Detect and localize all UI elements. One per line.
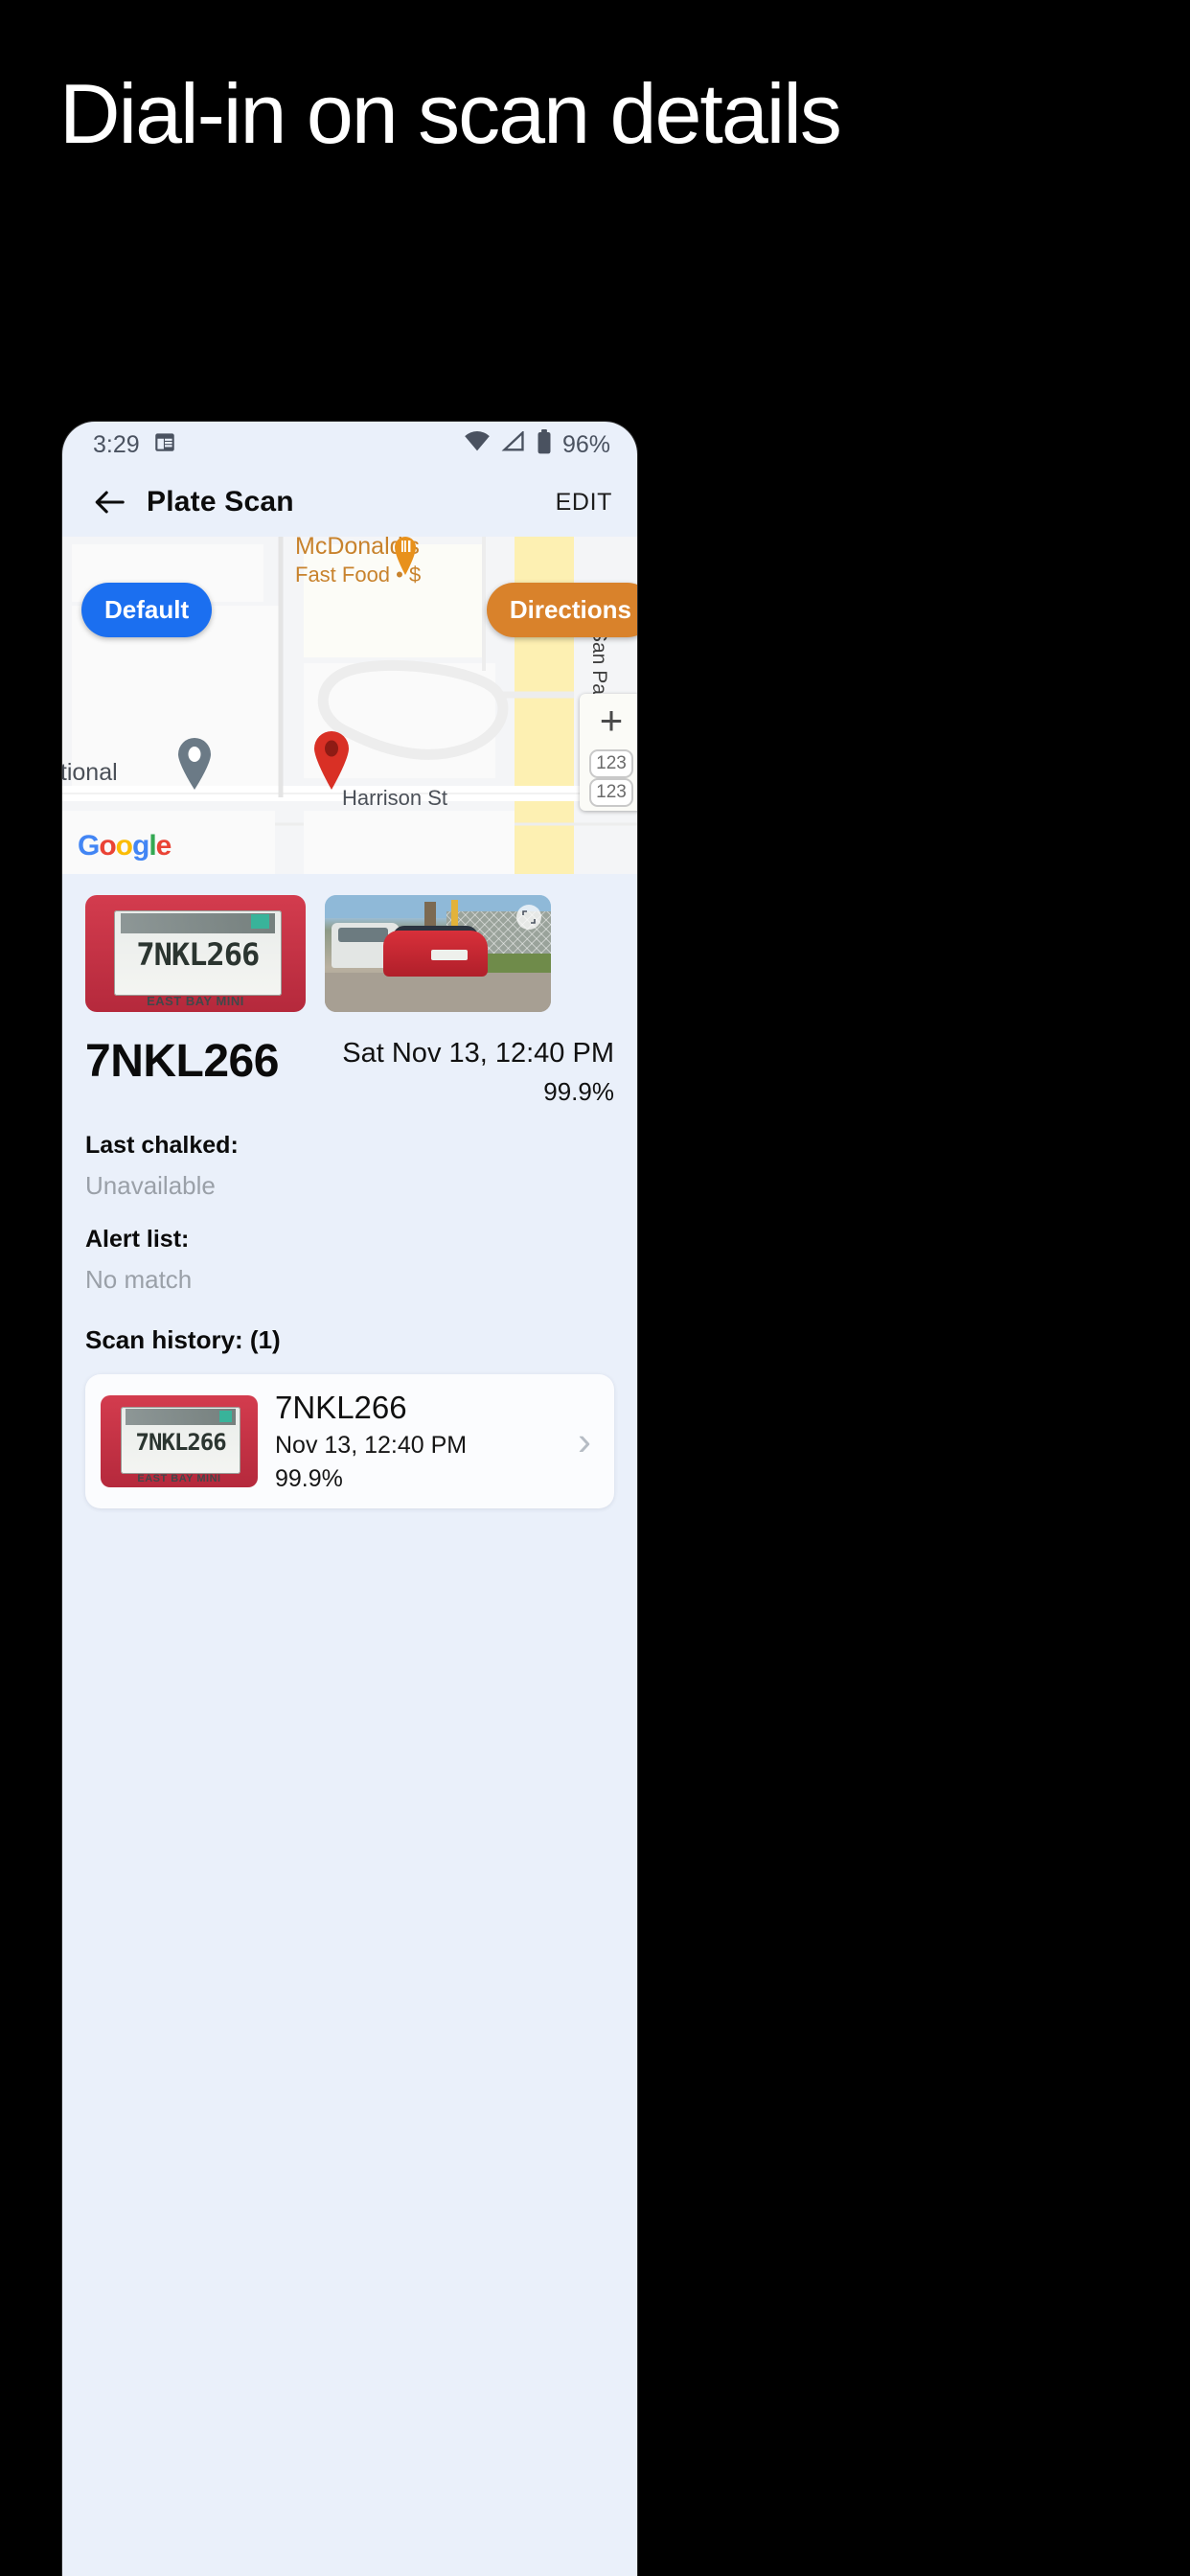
route-shield-123-a: 123 (589, 749, 633, 778)
edit-button[interactable]: EDIT (556, 489, 612, 517)
plate-frame-text: EAST BAY MINI (147, 994, 244, 1009)
plate-crop-artwork: 7NKL266 EAST BAY MINI (85, 895, 306, 1012)
history-plate-thumbnail: 7NKL266 EAST BAY MINI (101, 1394, 258, 1487)
scan-confidence: 99.9% (543, 1076, 614, 1106)
google-attribution: Google (78, 830, 172, 862)
signal-icon (501, 429, 526, 459)
zoom-in-button[interactable]: + (580, 694, 637, 748)
phone-mockup: 3:29 96% Plate Scan EDIT McDonald's Fast… (62, 422, 637, 2576)
route-shield-123-b: 123 (589, 778, 633, 807)
plate-sticker (251, 914, 270, 930)
map-view[interactable]: McDonald's Fast Food • $ ational Harriso… (62, 537, 637, 874)
calendar-icon (152, 429, 177, 461)
page-title: Plate Scan (147, 486, 294, 518)
history-plate-sticker (218, 1410, 233, 1422)
scan-history-label: Scan history: (1) (85, 1324, 281, 1354)
photo-road (325, 972, 551, 1012)
scan-detail-content: 7NKL266 EAST BAY MINI 7NKL266 Sat Nov 13… (62, 874, 637, 1508)
battery-icon (537, 428, 552, 461)
last-chalked-value: Unavailable (85, 1170, 216, 1200)
plate-crop-number: 7NKL266 (136, 935, 260, 973)
map-place-label: ational (62, 759, 118, 786)
history-plate-face: 7NKL266 (121, 1407, 240, 1475)
app-bar: Plate Scan EDIT (62, 468, 637, 537)
scan-thumbnails: 7NKL266 EAST BAY MINI (85, 895, 614, 1012)
photo-car-plate (430, 950, 468, 961)
map-directions-button[interactable]: Directions (486, 583, 637, 637)
history-item-confidence: 99.9% (275, 1464, 343, 1492)
map-marker-scan-location (309, 728, 354, 790)
history-item-plate: 7NKL266 (275, 1389, 407, 1425)
expand-icon[interactable] (516, 905, 541, 930)
map-marker-grey-1 (174, 736, 215, 790)
alert-list-label: Alert list: (85, 1225, 190, 1253)
map-street-harrison: Harrison St (342, 786, 448, 810)
history-item-text: 7NKL266 Nov 13, 12:40 PM 99.9% (275, 1390, 561, 1493)
restaurant-pin-icon (393, 537, 418, 575)
status-bar: 3:29 96% (62, 422, 637, 468)
history-thumb-artwork: 7NKL266 EAST BAY MINI (101, 1394, 258, 1487)
photo-van-window (338, 928, 389, 942)
scan-summary-row: 7NKL266 Sat Nov 13, 12:40 PM 99.9% (85, 1036, 614, 1107)
wifi-icon (464, 430, 491, 459)
history-list-item[interactable]: 7NKL266 EAST BAY MINI 7NKL266 Nov 13, 12… (85, 1373, 614, 1508)
status-time: 3:29 (93, 430, 140, 458)
last-chalked-label: Last chalked: (85, 1131, 239, 1159)
alert-list-field: Alert list: No match (85, 1226, 614, 1295)
vehicle-photo-image[interactable] (325, 895, 551, 1012)
scan-timestamp: Sat Nov 13, 12:40 PM (342, 1038, 614, 1069)
plate-crop-image[interactable]: 7NKL266 EAST BAY MINI (85, 895, 306, 1012)
back-arrow-icon[interactable] (85, 478, 133, 526)
map-default-button[interactable]: Default (81, 583, 213, 637)
scan-plate-number: 7NKL266 (85, 1036, 279, 1087)
history-thumb-frame-text: EAST BAY MINI (137, 1472, 221, 1484)
history-thumb-number: 7NKL266 (135, 1428, 227, 1456)
alert-list-value: No match (85, 1264, 193, 1294)
map-zoom-controls[interactable]: + 123 123 (580, 694, 637, 811)
screenshot-root: Dial-in on scan details 3:29 96% Plate S… (0, 0, 1190, 2576)
history-item-date: Nov 13, 12:40 PM (275, 1431, 468, 1459)
plate-face: 7NKL266 (113, 909, 282, 996)
chevron-right-icon[interactable]: › (578, 1418, 599, 1464)
last-chalked-field: Last chalked: Unavailable (85, 1132, 614, 1201)
battery-level: 96% (561, 430, 610, 458)
promo-headline: Dial-in on scan details (59, 66, 842, 161)
